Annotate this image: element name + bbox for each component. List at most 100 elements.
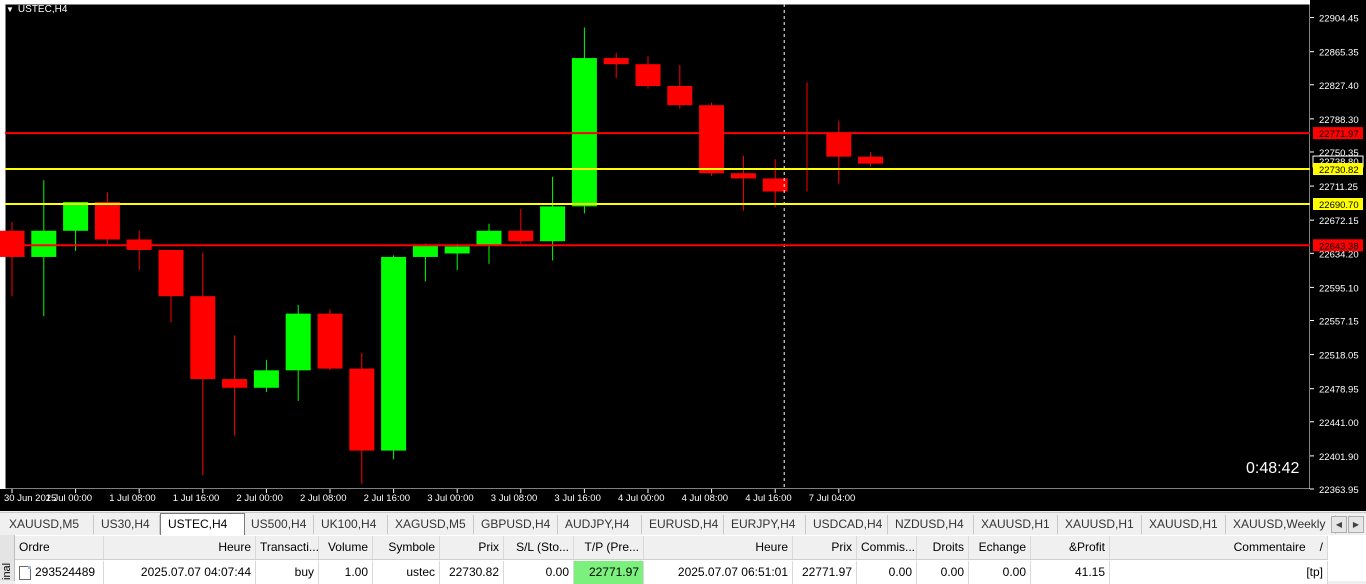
bar-countdown-timer: 0:48:42 <box>1246 460 1300 477</box>
column-header[interactable]: Prix <box>440 536 504 559</box>
candle-body <box>0 230 25 257</box>
entry-price-label: 22730.82 <box>1319 165 1359 176</box>
tab-us500-h4[interactable]: US500,H4 <box>244 515 314 534</box>
candle-body <box>158 249 184 297</box>
column-header-label: Symbole <box>388 540 435 554</box>
candle-body <box>285 313 311 371</box>
chevron-right-icon[interactable]: ▶ <box>1348 516 1364 533</box>
tab-label: US500,H4 <box>251 517 307 531</box>
cell-value: 0.00 <box>545 565 569 579</box>
tab-label: USDCAD,H4 <box>813 517 883 531</box>
column-header-label: &Profit <box>1068 540 1105 554</box>
cell-value: 2025.07.07 06:51:01 <box>677 565 788 579</box>
chevron-left-icon[interactable]: ◀ <box>1331 516 1347 533</box>
candle-body <box>253 370 279 388</box>
y-tick-label: 22711.25 <box>1319 182 1358 193</box>
tab-xagusd-m5[interactable]: XAGUSD,M5 <box>388 515 474 534</box>
tab-xauusd-h1[interactable]: XAUUSD,H1 <box>974 515 1058 534</box>
tab-label: GBPUSD,H4 <box>481 517 551 531</box>
column-header[interactable]: &Profit <box>1031 536 1110 559</box>
column-header[interactable]: S/L (Sto... <box>504 536 574 559</box>
chart-title: ▼ USTEC,H4 <box>6 4 67 15</box>
y-tick-label: 22363.95 <box>1319 485 1359 496</box>
column-header[interactable]: Symbole <box>373 536 440 559</box>
tab-label: USTEC,H4 <box>168 517 228 531</box>
tab-nzdusd-h4[interactable]: NZDUSD,H4 <box>888 515 974 534</box>
column-header-label: Commentaire <box>1233 540 1306 554</box>
column-header[interactable]: T/P (Pre... <box>574 536 644 559</box>
cell-value: 22730.82 <box>448 565 499 579</box>
tab-label: EURUSD,H4 <box>649 517 719 531</box>
x-tick-label: 1 Jul 00:00 <box>46 493 92 504</box>
chart-menu-icon[interactable]: ▼ <box>6 5 14 14</box>
column-header[interactable]: Prix <box>793 536 857 559</box>
tab-label: XAUUSD,H1 <box>1065 517 1134 531</box>
x-tick-label: 4 Jul 16:00 <box>745 493 791 504</box>
column-header[interactable]: Ordre <box>15 536 104 559</box>
price-chart[interactable]: 22904.4522865.3522827.4022788.3022750.35… <box>0 0 1366 511</box>
column-header-label: Commis... <box>861 540 915 554</box>
document-icon <box>19 565 31 580</box>
cell-value: ustec <box>406 565 435 579</box>
terminal-side-label[interactable]: inal <box>0 535 15 581</box>
cell-value: 22771.97 <box>588 565 639 579</box>
tab-audjpy-h4[interactable]: AUDJPY,H4 <box>558 515 642 534</box>
cell-value: 2025.07.07 04:07:44 <box>140 565 251 579</box>
candle-body <box>222 379 248 388</box>
tab-eurusd-h4[interactable]: EURUSD,H4 <box>642 515 724 534</box>
tab-label: UK100,H4 <box>321 517 377 531</box>
column-header[interactable]: Heure <box>104 536 256 559</box>
cell-value: buy <box>294 565 314 579</box>
column-header-label: Transacti... <box>260 540 319 554</box>
y-tick-label: 22557.15 <box>1319 316 1359 327</box>
tab-xauusd-h1[interactable]: XAUUSD,H1 <box>1142 515 1226 534</box>
candle-body <box>476 230 502 246</box>
y-tick-label: 22865.35 <box>1319 48 1359 59</box>
candle-body <box>667 85 693 106</box>
tab-usdcad-h4[interactable]: USDCAD,H4 <box>806 515 888 534</box>
y-tick-label: 22595.10 <box>1319 283 1359 294</box>
x-tick-label: 3 Jul 00:00 <box>427 493 473 504</box>
column-header-label: Volume <box>327 540 368 554</box>
tab-uk100-h4[interactable]: UK100,H4 <box>314 515 388 534</box>
tab-label: XAUUSD,Weekly <box>1233 517 1326 531</box>
column-header-label: Heure <box>755 540 788 554</box>
chart-panel[interactable]: 22904.45 22865.35 22827.40 22788.30 22750.35… <box>0 0 1366 511</box>
x-tick-label: 3 Jul 08:00 <box>491 493 537 504</box>
column-header[interactable]: Echange <box>969 536 1031 559</box>
column-header-label: Echange <box>978 540 1026 554</box>
candle-body <box>730 173 756 179</box>
tab-gbpusd-h4[interactable]: GBPUSD,H4 <box>474 515 558 534</box>
tab-xauusd-h1[interactable]: XAUUSD,H1 <box>1058 515 1142 534</box>
column-header-label: Droits <box>932 540 964 554</box>
column-header[interactable]: Droits <box>917 536 969 559</box>
tab-ustec-h4[interactable]: USTEC,H4 <box>160 513 245 535</box>
column-header[interactable]: Heure <box>644 536 793 559</box>
candle-body <box>635 64 661 86</box>
tab-xauusd-m5[interactable]: XAUUSD,M5 <box>2 515 94 534</box>
tab-xauusd-weekly[interactable]: XAUUSD,Weekly <box>1226 515 1336 534</box>
column-header-label: Heure <box>218 540 251 554</box>
tab-label: AUDJPY,H4 <box>565 517 630 531</box>
tab-label: US30,H4 <box>101 517 150 531</box>
cell-value: [tp] <box>1306 565 1323 579</box>
y-tick-label: 22518.05 <box>1319 351 1359 362</box>
column-header-label: Prix <box>478 540 499 554</box>
terminal-panel: inal Ordre Heure Transacti... Volume Symbole… <box>0 535 1366 584</box>
tab-us30-h4[interactable]: US30,H4 <box>94 515 160 534</box>
column-header[interactable]: Commentaire / <box>1110 536 1328 559</box>
candle-body <box>63 201 89 231</box>
column-header[interactable]: Volume <box>319 536 373 559</box>
column-header-label: S/L (Sto... <box>516 540 569 554</box>
y-tick-label: 22672.15 <box>1319 216 1359 227</box>
x-tick-label: 2 Jul 16:00 <box>364 493 410 504</box>
y-tick-label: 22788.30 <box>1319 115 1359 126</box>
column-header-label: Ordre <box>19 540 50 554</box>
tab-label: XAUUSD,H1 <box>981 517 1050 531</box>
candle-body <box>444 246 470 254</box>
column-header[interactable]: Commis... <box>857 536 917 559</box>
candle-body <box>540 206 566 242</box>
level-red-price-label: 22643.38 <box>1319 241 1359 252</box>
tab-eurjpy-h4[interactable]: EURJPY,H4 <box>724 515 806 534</box>
column-header[interactable]: Transacti... <box>256 536 319 559</box>
